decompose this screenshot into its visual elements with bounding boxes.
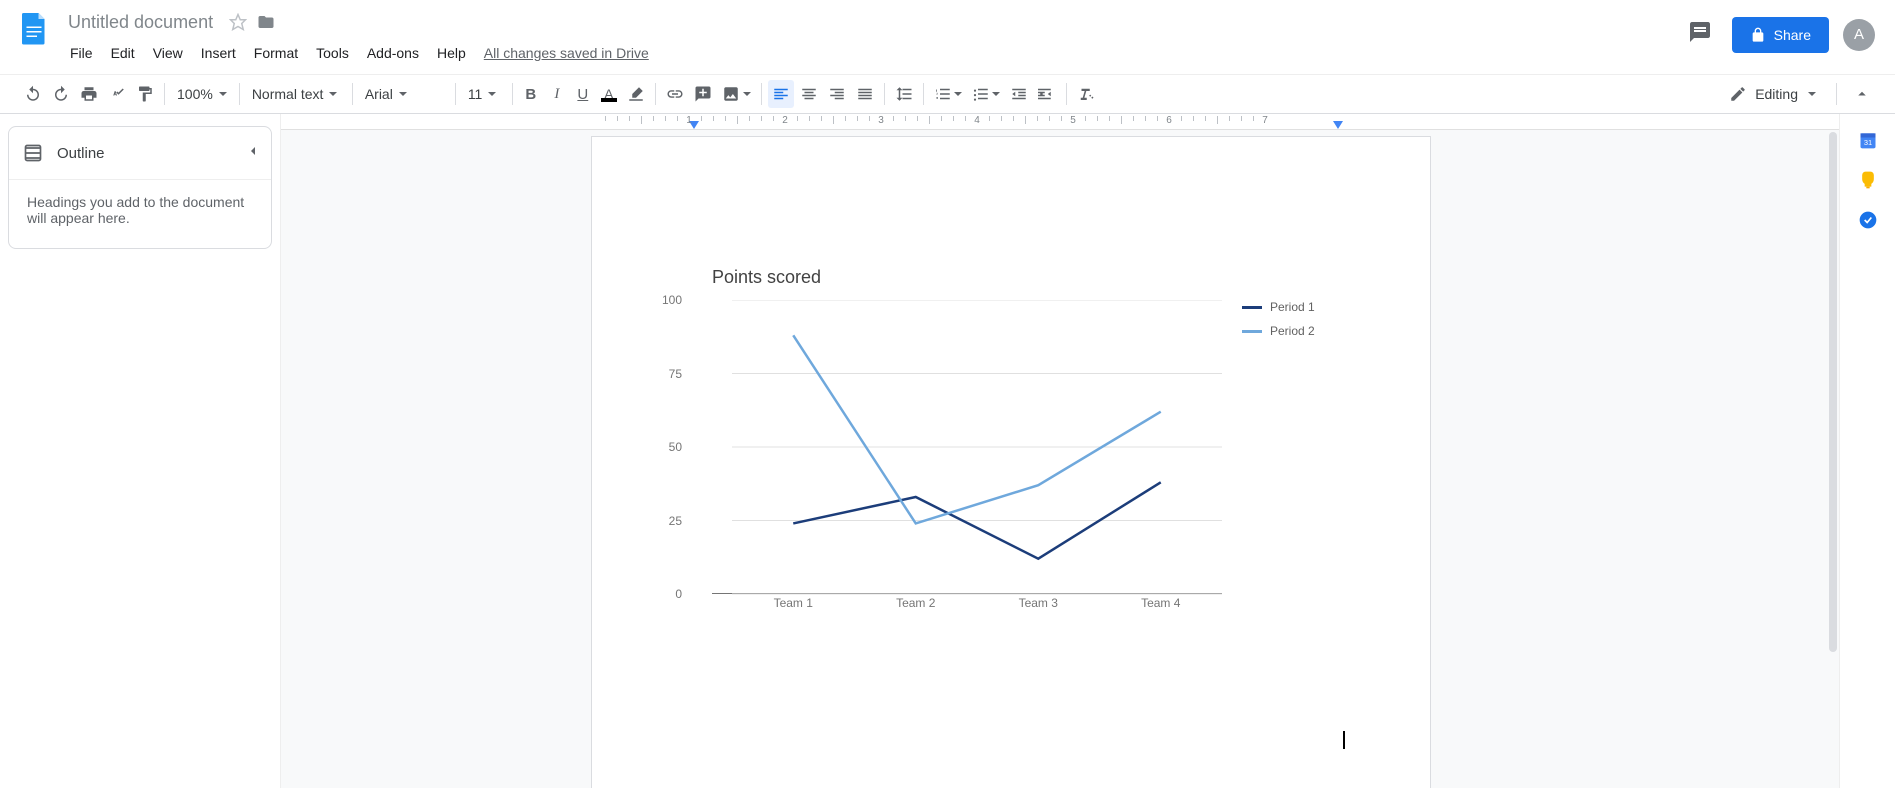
underline-button[interactable]: U xyxy=(571,80,595,108)
print-button[interactable] xyxy=(76,80,102,108)
ruler-mark: 7 xyxy=(1262,115,1268,126)
keep-icon[interactable] xyxy=(1858,170,1878,190)
toolbar: 100% Normal text Arial 11 B I U A Editin… xyxy=(0,74,1895,114)
insert-link-button[interactable] xyxy=(662,80,688,108)
ruler-mark: 1 xyxy=(686,115,692,126)
ruler-mark: 4 xyxy=(974,115,980,126)
doc-title[interactable]: Untitled document xyxy=(62,10,219,35)
outline-empty-text: Headings you add to the document will ap… xyxy=(9,179,271,248)
menu-format[interactable]: Format xyxy=(246,41,306,65)
chart-series-line xyxy=(793,335,1161,523)
chevron-down-icon xyxy=(743,92,751,96)
legend-label: Period 1 xyxy=(1270,300,1315,314)
decrease-indent-button[interactable] xyxy=(1006,80,1032,108)
star-icon[interactable] xyxy=(229,13,247,31)
indent-marker-right[interactable] xyxy=(1333,121,1343,129)
chevron-down-icon xyxy=(1808,92,1816,96)
legend-item: Period 1 xyxy=(1242,300,1315,314)
numbered-list-button[interactable] xyxy=(930,80,966,108)
menu-help[interactable]: Help xyxy=(429,41,474,65)
insert-image-button[interactable] xyxy=(718,80,755,108)
menu-tools[interactable]: Tools xyxy=(308,41,357,65)
redo-button[interactable] xyxy=(48,80,74,108)
align-center-button[interactable] xyxy=(796,80,822,108)
chart[interactable]: Points scored 0255075100 Team 1Team 2Tea… xyxy=(712,267,1352,610)
tasks-icon[interactable] xyxy=(1858,210,1878,230)
align-justify-button[interactable] xyxy=(852,80,878,108)
collapse-outline-button[interactable] xyxy=(245,143,261,164)
share-button[interactable]: Share xyxy=(1732,17,1829,53)
paint-format-button[interactable] xyxy=(132,80,158,108)
horizontal-ruler[interactable]: 1 2 3 4 5 6 7 xyxy=(281,114,1839,130)
ruler-mark: 6 xyxy=(1166,115,1172,126)
zoom-select[interactable]: 100% xyxy=(171,80,233,108)
account-avatar[interactable]: A xyxy=(1843,19,1875,51)
menu-file[interactable]: File xyxy=(62,41,101,65)
chevron-down-icon xyxy=(329,92,337,96)
legend-item: Period 2 xyxy=(1242,324,1315,338)
chevron-down-icon xyxy=(219,92,227,96)
menu-view[interactable]: View xyxy=(145,41,191,65)
y-tick-label: 100 xyxy=(662,293,682,307)
chevron-down-icon xyxy=(954,92,962,96)
document-canvas[interactable]: 1 2 3 4 5 6 7 Points scored 0255075100 Team 1T… xyxy=(280,114,1839,788)
chart-title: Points scored xyxy=(712,267,1352,288)
chevron-down-icon xyxy=(992,92,1000,96)
docs-logo[interactable] xyxy=(14,8,54,48)
chevron-down-icon xyxy=(488,92,496,96)
side-panel: 31 xyxy=(1839,114,1895,788)
ruler-mark: 2 xyxy=(782,115,788,126)
italic-button[interactable]: I xyxy=(545,80,569,108)
undo-button[interactable] xyxy=(20,80,46,108)
menu-insert[interactable]: Insert xyxy=(193,41,244,65)
ruler-mark: 3 xyxy=(878,115,884,126)
font-size-select[interactable]: 11 xyxy=(462,80,506,108)
page[interactable]: Points scored 0255075100 Team 1Team 2Tea… xyxy=(591,136,1431,788)
align-right-button[interactable] xyxy=(824,80,850,108)
collapse-toolbar-button[interactable] xyxy=(1849,80,1875,108)
bulleted-list-button[interactable] xyxy=(968,80,1004,108)
legend-label: Period 2 xyxy=(1270,324,1315,338)
increase-indent-button[interactable] xyxy=(1034,80,1060,108)
outline-panel: Outline Headings you add to the document… xyxy=(8,126,272,249)
y-tick-label: 25 xyxy=(669,514,682,528)
move-folder-icon[interactable] xyxy=(257,13,275,31)
y-tick-label: 50 xyxy=(669,440,682,454)
highlight-button[interactable] xyxy=(623,80,649,108)
chevron-down-icon xyxy=(399,92,407,96)
y-tick-label: 0 xyxy=(675,587,682,601)
menu-bar: File Edit View Insert Format Tools Add-o… xyxy=(62,38,1682,68)
line-spacing-button[interactable] xyxy=(891,80,917,108)
style-select[interactable]: Normal text xyxy=(246,80,346,108)
calendar-icon[interactable]: 31 xyxy=(1858,130,1878,150)
ruler-mark: 5 xyxy=(1070,115,1076,126)
font-select[interactable]: Arial xyxy=(359,80,449,108)
y-tick-label: 75 xyxy=(669,367,682,381)
vertical-scrollbar[interactable] xyxy=(1827,130,1839,788)
text-cursor xyxy=(1343,731,1345,749)
spellcheck-button[interactable] xyxy=(104,80,130,108)
outline-title: Outline xyxy=(57,145,257,162)
share-label: Share xyxy=(1774,27,1811,43)
align-left-button[interactable] xyxy=(768,80,794,108)
menu-edit[interactable]: Edit xyxy=(103,41,143,65)
menu-addons[interactable]: Add-ons xyxy=(359,41,427,65)
legend-swatch xyxy=(1242,306,1262,309)
chart-legend: Period 1 Period 2 xyxy=(1242,300,1315,610)
save-status[interactable]: All changes saved in Drive xyxy=(476,41,657,65)
outline-icon xyxy=(23,143,43,163)
clear-formatting-button[interactable] xyxy=(1073,80,1099,108)
text-color-button[interactable]: A xyxy=(597,80,621,108)
editing-mode-select[interactable]: Editing xyxy=(1721,85,1824,103)
legend-swatch xyxy=(1242,330,1262,333)
insert-comment-button[interactable] xyxy=(690,80,716,108)
svg-text:31: 31 xyxy=(1863,138,1871,147)
comments-icon[interactable] xyxy=(1682,14,1718,55)
bold-button[interactable]: B xyxy=(519,80,543,108)
